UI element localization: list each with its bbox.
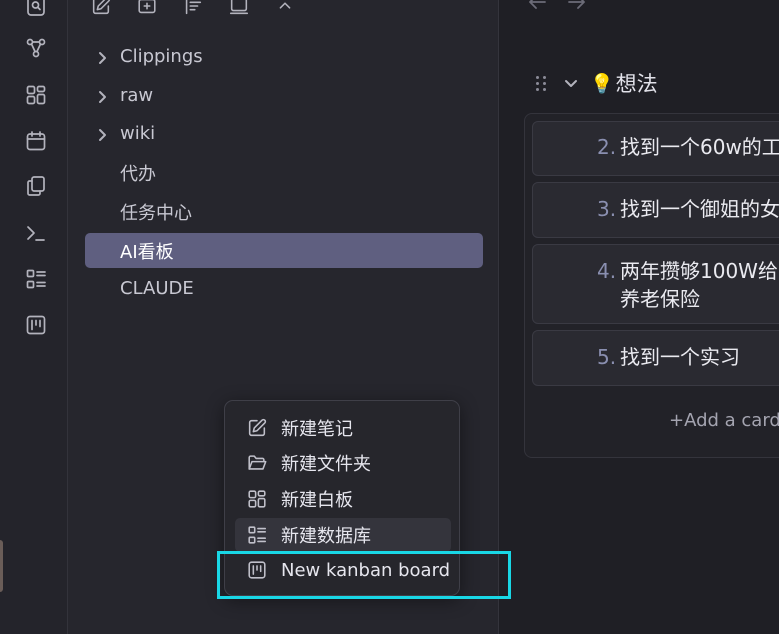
left-ribbon — [0, 0, 68, 634]
tree-item-label: CLAUDE — [120, 278, 194, 299]
folder-open-icon — [246, 452, 268, 474]
chevron-right-icon — [95, 50, 109, 64]
menu-item-label: 新建笔记 — [281, 419, 353, 440]
kanban-view: 💡 想法 2. 找到一个60w的工 3. 找到一个御姐的女 4. 两年攒够100… — [500, 0, 779, 634]
new-note-icon[interactable] — [88, 0, 114, 18]
card-text: 两年攒够100W给 — [620, 259, 778, 283]
graph-icon[interactable] — [22, 34, 50, 62]
kanban-icon[interactable] — [22, 311, 50, 339]
menu-item-new-canvas[interactable]: 新建白板 — [235, 482, 451, 516]
tree-item-label: Clippings — [120, 46, 203, 67]
tree-folder-clippings[interactable]: Clippings — [85, 39, 483, 74]
card-text: 找到一个御姐的女 — [620, 197, 779, 221]
add-card-button[interactable]: +Add a card — [669, 410, 779, 431]
forward-arrow-icon[interactable] — [566, 0, 588, 12]
card-number: 2. — [597, 135, 617, 159]
kanban-lane: 2. 找到一个60w的工 3. 找到一个御姐的女 4. 两年攒够100W给 养老… — [524, 113, 779, 458]
chevron-down-icon[interactable] — [562, 74, 580, 92]
menu-item-new-folder[interactable]: 新建文件夹 — [235, 446, 451, 480]
terminal-icon[interactable] — [22, 219, 50, 247]
edit-icon — [246, 417, 268, 439]
tree-item-label: 代办 — [120, 163, 156, 185]
sort-icon[interactable] — [180, 0, 206, 18]
tree-folder-raw[interactable]: raw — [85, 78, 483, 113]
chevron-right-icon — [95, 127, 109, 141]
kanban-card[interactable]: 4. 两年攒够100W给 养老保险 — [532, 244, 779, 324]
tree-file-ai-kanban[interactable]: AI看板 — [85, 233, 483, 268]
ribbon-accent — [0, 540, 3, 592]
tree-file-todo[interactable]: 代办 — [85, 155, 483, 190]
back-arrow-icon[interactable] — [526, 0, 548, 12]
kanban-card[interactable]: 2. 找到一个60w的工 — [532, 121, 779, 176]
menu-item-new-database[interactable]: 新建数据库 — [235, 518, 451, 552]
menu-item-label: 新建白板 — [281, 490, 353, 511]
search-icon[interactable] — [22, 0, 50, 20]
grid-icon[interactable] — [22, 81, 50, 109]
menu-item-new-note[interactable]: 新建笔记 — [235, 411, 451, 445]
card-number: 5. — [597, 345, 617, 369]
lightbulb-icon: 💡 — [590, 72, 614, 95]
list-icon[interactable] — [22, 265, 50, 293]
collapse-icon[interactable] — [226, 0, 252, 18]
card-text: 找到一个60w的工 — [620, 135, 779, 159]
menu-item-label: 新建数据库 — [281, 526, 371, 547]
tree-folder-wiki[interactable]: wiki — [85, 116, 483, 151]
copy-icon[interactable] — [22, 172, 50, 200]
tree-item-label: AI看板 — [120, 241, 174, 263]
card-text: 找到一个实习 — [620, 345, 740, 369]
menu-item-label: 新建文件夹 — [281, 454, 371, 475]
card-number: 4. — [597, 259, 617, 283]
kanban-card[interactable]: 3. 找到一个御姐的女 — [532, 182, 779, 238]
card-text: 养老保险 — [620, 287, 700, 311]
tree-file-task-center[interactable]: 任务中心 — [85, 194, 483, 229]
tree-file-claude[interactable]: CLAUDE — [85, 271, 483, 306]
tree-item-label: wiki — [120, 123, 156, 144]
calendar-icon[interactable] — [22, 127, 50, 155]
kanban-card[interactable]: 5. 找到一个实习 — [532, 330, 779, 386]
highlight-box — [217, 551, 511, 599]
tree-item-label: raw — [120, 85, 154, 106]
grid-icon — [246, 488, 268, 510]
chevron-up-icon[interactable] — [272, 0, 298, 18]
new-folder-icon[interactable] — [134, 0, 160, 18]
chevron-right-icon — [95, 89, 109, 103]
lane-title[interactable]: 想法 — [616, 68, 658, 98]
card-number: 3. — [597, 197, 617, 221]
lane-header: 💡 想法 — [536, 66, 658, 100]
drag-handle-icon[interactable] — [536, 74, 550, 92]
tree-item-label: 任务中心 — [120, 202, 192, 224]
list-icon — [246, 524, 268, 546]
